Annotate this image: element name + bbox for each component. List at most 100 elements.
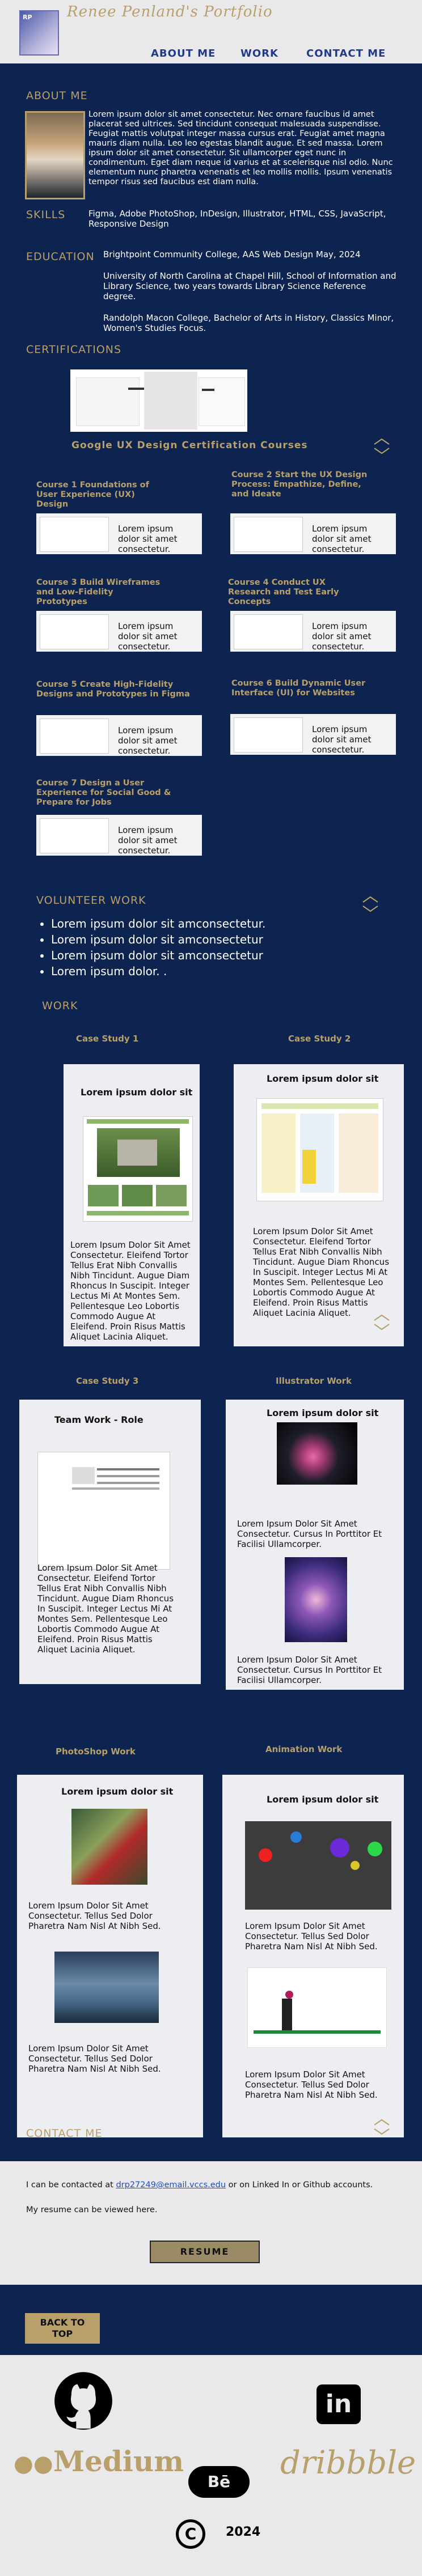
card-title: Lorem ipsum dolor sit [267,1794,379,1805]
chevron-up-down-icon[interactable] [372,1312,391,1332]
skills-heading: SKILLS [26,209,66,221]
case-study-3-card[interactable]: Team Work - Role Lorem Ipsum Dolor Sit A… [19,1400,201,1684]
course-7-title: Course 7 Design a User Experience for So… [36,779,171,807]
education-item: University of North Carolina at Chapel H… [103,271,396,301]
resume-button[interactable]: RESUME [150,2241,260,2263]
case-study-image [37,1452,170,1570]
course-6-title: Course 6 Build Dynamic User Interface (U… [231,679,366,698]
list-item: Lorem ipsum dolor sit amconsectetur. [51,916,265,932]
card-text: Lorem Ipsum Dolor Sit Amet Consectetur. … [37,1563,174,1655]
card-title: Lorem ipsum dolor sit [61,1786,174,1797]
behance-icon[interactable]: Bē [188,2466,250,2498]
case-study-2-label: Case Study 2 [288,1034,351,1044]
course-1-title: Course 1 Foundations of User Experience … [36,481,149,509]
photoshop-label: PhotoShop Work [56,1746,136,1757]
list-item: Lorem ipsum dolor sit amconsectetur [51,947,265,963]
card-text: Lorem Ipsum Dolor Sit Amet Consectetur. … [237,1519,382,1549]
animation-image [245,1821,391,1910]
site-title: Renee Penland's Portfolio [67,3,273,20]
copyright-year: 2024 [226,2525,261,2539]
card-text: Lorem Ipsum Dolor Sit Amet Consectetur. … [70,1240,191,1342]
volunteer-heading: VOLUNTEER WORK [36,894,146,907]
course-5-title: Course 5 Create High-Fidelity Designs an… [36,680,190,699]
course-thumbnail [234,614,303,649]
card-text: Lorem Ipsum Dolor Sit Amet Consectetur. … [245,2069,378,2100]
list-item: Lorem ipsum dolor sit amconsectetur [51,932,265,947]
case-study-1-card[interactable]: Lorem ipsum dolor sit Lorem Ipsum Dolor … [64,1064,200,1346]
site-header: RP Renee Penland's Portfolio ABOUT ME WO… [0,0,422,63]
medium-wordmark: Medium [53,2445,184,2478]
nav-work[interactable]: WORK [240,48,278,59]
card-title: Team Work - Role [54,1414,144,1425]
course-card-text: Lorem ipsum dolor sit amet consectetur. [118,621,178,652]
course-heading: Google UX Design Certification Courses [71,440,308,451]
course-thumbnail [40,719,109,754]
course-card-text: Lorem ipsum dolor sit amet consectetur. [118,825,178,856]
animation-label: Animation Work [265,1744,343,1754]
course-3-card[interactable]: Lorem ipsum dolor sit amet consectetur. [36,611,202,652]
linkedin-icon[interactable]: in [317,2384,361,2424]
course-card-text: Lorem ipsum dolor sit amet consectetur. [118,524,178,554]
copyright-letter: C [184,2524,197,2543]
course-4-title: Course 4 Conduct UX Research and Test Ea… [228,578,339,606]
contact-heading: CONTACT ME [26,2127,103,2140]
course-5-card[interactable]: Lorem ipsum dolor sit amet consectetur. [36,715,202,756]
chevron-up-down-icon[interactable] [361,894,380,913]
education-heading: EDUCATION [26,250,95,263]
medium-icon[interactable]: ●●Medium [14,2445,184,2478]
case-study-2-card[interactable]: Lorem ipsum dolor sit Lorem Ipsum Dolor … [234,1064,404,1346]
dribbble-icon[interactable]: dribbble [280,2445,416,2481]
back-to-top-button[interactable]: BACK TO TOP [25,2313,100,2344]
education-item: Brightpoint Community College, AAS Web D… [103,249,361,260]
card-title: Lorem ipsum dolor sit [81,1087,193,1098]
volunteer-list: Lorem ipsum dolor sit amconsectetur. Lor… [40,916,265,979]
illustrator-image [285,1557,347,1642]
illustrator-label: Illustrator Work [276,1376,352,1386]
case-study-image [256,1098,383,1201]
course-thumbnail [40,818,109,853]
back-to-top-label: BACK TO TOP [40,2317,85,2339]
course-2-card[interactable]: Lorem ipsum dolor sit amet consectetur. [230,513,396,554]
contact-prefix: I can be contacted at [26,2180,116,2190]
contact-line: I can be contacted at drp27249@email.vcc… [26,2180,373,2190]
nav-about-me[interactable]: ABOUT ME [151,48,216,59]
certificate-image[interactable] [70,369,247,432]
photoshop-card[interactable]: Lorem ipsum dolor sit Lorem Ipsum Dolor … [17,1775,203,2137]
card-text: Lorem Ipsum Dolor Sit Amet Consectetur. … [28,2043,161,2074]
animation-card[interactable]: Lorem ipsum dolor sit Lorem Ipsum Dolor … [222,1775,404,2137]
chevron-up-down-icon[interactable] [372,2117,391,2136]
resume-line: My resume can be viewed here. [26,2205,158,2214]
chevron-up-down-icon[interactable] [372,436,391,456]
github-icon[interactable] [53,2371,113,2431]
course-card-text: Lorem ipsum dolor sit amet consectetur. [312,621,372,652]
course-card-text: Lorem ipsum dolor sit amet consectetur. [118,725,178,756]
nav-contact-me[interactable]: CONTACT ME [306,48,386,59]
list-item: Lorem ipsum dolor. . [51,963,265,979]
course-thumbnail [234,517,303,552]
course-6-card[interactable]: Lorem ipsum dolor sit amet consectetur. [230,714,396,755]
course-7-card[interactable]: Lorem ipsum dolor sit amet consectetur. [36,815,202,856]
photoshop-image [54,1952,159,2023]
course-4-card[interactable]: Lorem ipsum dolor sit amet consectetur. [230,611,396,652]
case-study-image [83,1116,193,1222]
course-3-title: Course 3 Build Wireframes and Low-Fideli… [36,578,161,606]
card-text: Lorem Ipsum Dolor Sit Amet Consectetur. … [245,1921,378,1952]
card-title: Lorem ipsum dolor sit [267,1073,379,1084]
card-text: Lorem Ipsum Dolor Sit Amet Consectetur. … [237,1655,382,1685]
copyright-icon: C [176,2519,205,2549]
course-thumbnail [40,517,109,552]
contact-section: I can be contacted at drp27249@email.vcc… [0,2161,422,2285]
animation-image [247,1967,387,2048]
email-link[interactable]: drp27249@email.vccs.edu [116,2180,226,2190]
card-text: Lorem Ipsum Dolor Sit Amet Consectetur. … [253,1226,390,1318]
education-item: Randolph Macon College, Bachelor of Arts… [103,313,394,333]
logo-text: RP [23,14,32,21]
course-1-card[interactable]: Lorem ipsum dolor sit amet consectetur. [36,513,202,554]
profile-photo [25,111,85,199]
course-thumbnail [40,614,109,649]
course-card-text: Lorem ipsum dolor sit amet consectetur. [312,524,372,554]
course-card-text: Lorem ipsum dolor sit amet consectetur. [312,724,372,755]
site-logo[interactable]: RP [19,10,59,56]
illustrator-card[interactable]: Lorem ipsum dolor sit Lorem Ipsum Dolor … [226,1400,404,1690]
about-heading: ABOUT ME [26,90,88,102]
